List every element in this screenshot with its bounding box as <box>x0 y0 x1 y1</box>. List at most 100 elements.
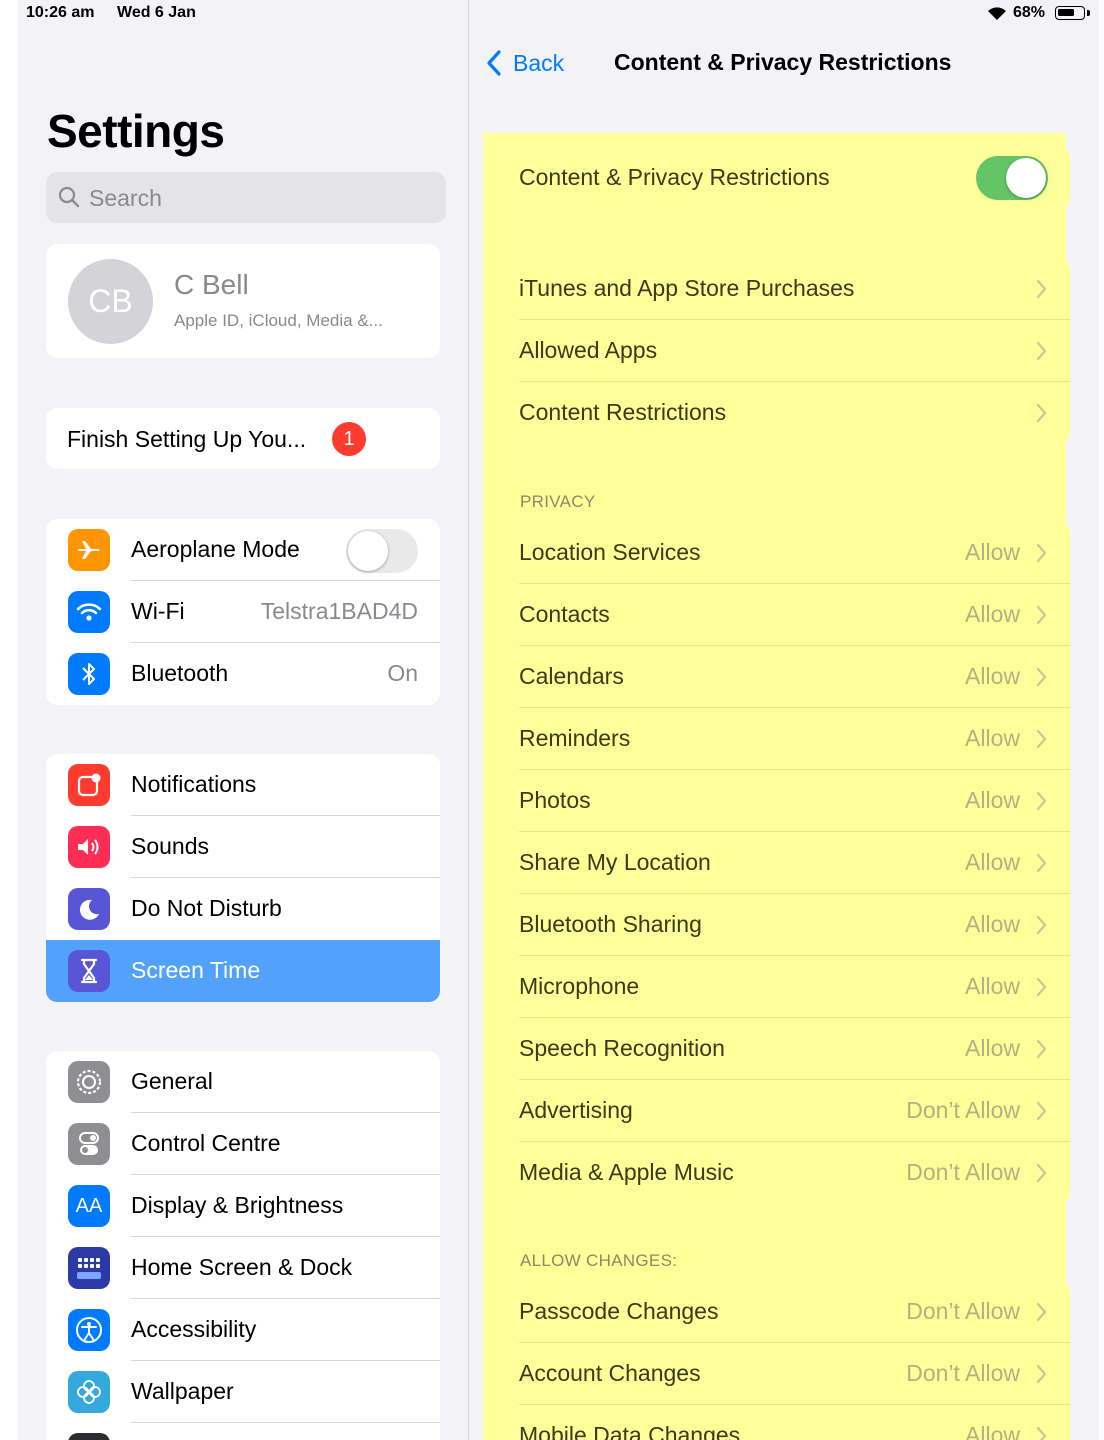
apple-id-card[interactable]: CB C Bell Apple ID, iCloud, Media &... <box>46 244 440 358</box>
row-label: Contacts <box>519 601 610 627</box>
text-size-icon: AA <box>68 1185 110 1227</box>
privacy-row-speech-recognition[interactable]: Speech Recognition Allow <box>498 1018 1070 1080</box>
ipad-screen: Settings Search CB C Bell Apple ID, iClo… <box>18 0 1099 1440</box>
allow-changes-row-passcode-changes[interactable]: Passcode Changes Don’t Allow <box>498 1281 1070 1343</box>
detail-pane: Back Content & Privacy Restrictions Cont… <box>469 0 1099 1440</box>
sidebar-item-next[interactable] <box>46 1423 440 1440</box>
row-value: Allow <box>965 663 1020 689</box>
back-label: Back <box>513 49 565 76</box>
sidebar-item-label: Aeroplane Mode <box>131 536 300 562</box>
itunes-app-store-row[interactable]: iTunes and App Store Purchases <box>498 258 1070 320</box>
sidebar-item-label: Control Centre <box>131 1130 281 1156</box>
row-label: Account Changes <box>519 1360 701 1386</box>
speaker-icon <box>68 826 110 868</box>
status-bar: 10:26 am Wed 6 Jan 68% <box>0 0 1104 28</box>
content-privacy-toggle[interactable] <box>976 156 1048 200</box>
privacy-row-location-services[interactable]: Location Services Allow <box>498 522 1070 584</box>
allow-changes-row-mobile-data-changes[interactable]: Mobile Data Changes Allow <box>498 1405 1070 1440</box>
chevron-right-icon <box>1036 403 1047 423</box>
finish-setup-row[interactable]: Finish Setting Up You... 1 <box>46 408 440 469</box>
row-label: Bluetooth Sharing <box>519 911 702 937</box>
wifi-network-name: Telstra1BAD4D <box>260 598 418 624</box>
battery-percentage: 68% <box>1013 4 1046 21</box>
chevron-right-icon <box>1036 605 1047 625</box>
search-icon <box>58 186 80 208</box>
sidebar-item-label: Home Screen & Dock <box>131 1254 353 1280</box>
sidebar-item-aeroplane-mode[interactable]: Aeroplane Mode <box>46 519 440 581</box>
sidebar-item-label: Do Not Disturb <box>131 895 282 921</box>
allow-changes-row-account-changes[interactable]: Account Changes Don’t Allow <box>498 1343 1070 1405</box>
row-value: Don’t Allow <box>906 1097 1020 1123</box>
sidebar-item-control-centre[interactable]: Control Centre <box>46 1113 440 1175</box>
sidebar-item-wifi[interactable]: Wi-Fi Telstra1BAD4D <box>46 581 440 643</box>
flower-icon <box>68 1371 110 1413</box>
privacy-row-photos[interactable]: Photos Allow <box>498 770 1070 832</box>
sidebar-item-home-screen-dock[interactable]: Home Screen & Dock <box>46 1237 440 1299</box>
chevron-right-icon <box>1036 543 1047 563</box>
finish-setup-label: Finish Setting Up You... <box>67 426 307 452</box>
row-label: Allowed Apps <box>519 337 658 363</box>
privacy-row-share-my-location[interactable]: Share My Location Allow <box>498 832 1070 894</box>
sidebar-item-accessibility[interactable]: Accessibility <box>46 1299 440 1361</box>
bluetooth-icon <box>68 653 110 695</box>
privacy-row-contacts[interactable]: Contacts Allow <box>498 584 1070 646</box>
connectivity-group: Aeroplane Mode Wi-Fi Telstra1BAD4D Bluet… <box>46 519 440 705</box>
sidebar-item-bluetooth[interactable]: Bluetooth On <box>46 643 440 705</box>
wifi-signal-icon <box>988 7 1006 21</box>
allowed-apps-row[interactable]: Allowed Apps <box>498 320 1070 382</box>
content-restrictions-row[interactable]: Content Restrictions <box>498 382 1070 444</box>
sidebar-item-label: Display & Brightness <box>131 1192 344 1218</box>
sidebar-item-label: Wi-Fi <box>131 598 185 624</box>
chevron-right-icon <box>1036 1302 1047 1322</box>
row-value: Allow <box>965 539 1020 565</box>
app-grid-icon <box>68 1247 110 1289</box>
sidebar-item-display-brightness[interactable]: AA Display & Brightness <box>46 1175 440 1237</box>
privacy-row-bluetooth-sharing[interactable]: Bluetooth Sharing Allow <box>498 894 1070 956</box>
row-label: Calendars <box>519 663 624 689</box>
row-label: Advertising <box>519 1097 633 1123</box>
notifications-group: Notifications Sounds Do Not Disturb Scre… <box>46 754 440 1002</box>
nav-title: Content & Privacy Restrictions <box>614 49 952 75</box>
privacy-row-calendars[interactable]: Calendars Allow <box>498 646 1070 708</box>
master-toggle-group: Content & Privacy Restrictions <box>498 147 1070 209</box>
back-button[interactable]: Back <box>485 48 564 78</box>
chevron-left-icon <box>487 50 501 76</box>
sidebar-item-wallpaper[interactable]: Wallpaper <box>46 1361 440 1423</box>
chevron-right-icon <box>1036 667 1047 687</box>
row-label: Photos <box>519 787 591 813</box>
battery-icon <box>1055 6 1085 20</box>
sidebar-item-label: Screen Time <box>131 957 261 983</box>
row-value: Don’t Allow <box>906 1360 1020 1386</box>
row-value: Allow <box>965 601 1020 627</box>
privacy-row-reminders[interactable]: Reminders Allow <box>498 708 1070 770</box>
privacy-section-header: PRIVACY <box>520 492 596 511</box>
search-field[interactable]: Search <box>46 172 446 223</box>
sidebar-item-label: Accessibility <box>131 1316 257 1342</box>
store-group: iTunes and App Store Purchases Allowed A… <box>498 258 1070 444</box>
aeroplane-mode-toggle[interactable] <box>346 529 418 573</box>
sidebar-item-label: Notifications <box>131 771 257 797</box>
row-label: Media & Apple Music <box>519 1159 734 1185</box>
moon-icon <box>68 888 110 930</box>
general-group: General Control Centre AA Display & Brig… <box>46 1051 440 1440</box>
siri-icon <box>68 1433 110 1440</box>
sidebar-item-general[interactable]: General <box>46 1051 440 1113</box>
notifications-icon <box>68 764 110 806</box>
chevron-right-icon <box>1036 1426 1047 1440</box>
row-value: Allow <box>965 725 1020 751</box>
row-value: Don’t Allow <box>906 1298 1020 1324</box>
sidebar-item-do-not-disturb[interactable]: Do Not Disturb <box>46 878 440 940</box>
row-label: Microphone <box>519 973 640 999</box>
chevron-right-icon <box>1036 279 1047 299</box>
sidebar-item-notifications[interactable]: Notifications <box>46 754 440 816</box>
row-label: iTunes and App Store Purchases <box>519 275 855 301</box>
privacy-row-media-apple-music[interactable]: Media & Apple Music Don’t Allow <box>498 1142 1070 1204</box>
sidebar-item-screen-time[interactable]: Screen Time <box>46 940 440 1002</box>
row-value: Allow <box>965 787 1020 813</box>
content-privacy-toggle-row[interactable]: Content & Privacy Restrictions <box>498 147 1070 209</box>
privacy-row-microphone[interactable]: Microphone Allow <box>498 956 1070 1018</box>
sidebar-item-sounds[interactable]: Sounds <box>46 816 440 878</box>
row-label: Content Restrictions <box>519 399 727 425</box>
chevron-right-icon <box>1036 853 1047 873</box>
privacy-row-advertising[interactable]: Advertising Don’t Allow <box>498 1080 1070 1142</box>
